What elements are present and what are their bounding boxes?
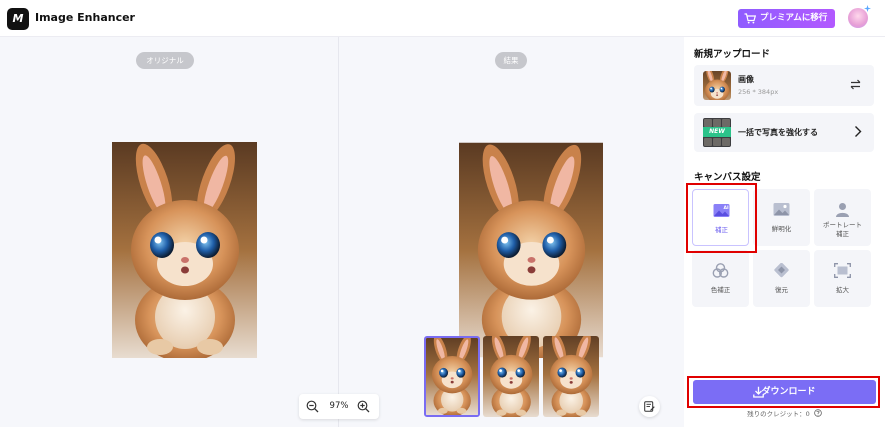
thumbnail-3[interactable] <box>543 336 599 417</box>
uploaded-file-card[interactable]: 画像 256 * 384px <box>694 65 874 106</box>
result-image <box>459 142 603 358</box>
tool-color[interactable]: 色補正 <box>692 250 749 307</box>
batch-enhance-label: 一括で写真を強化する <box>738 128 818 137</box>
canvas-settings-title: キャンバス設定 <box>694 172 761 183</box>
restore-icon <box>774 263 789 278</box>
zoom-in-icon[interactable] <box>357 400 370 413</box>
highlight-download-button <box>687 376 880 408</box>
batch-enhance-card[interactable]: NEW 一括で写真を強化する <box>694 113 874 152</box>
expand-icon <box>834 263 851 278</box>
portrait-icon <box>836 203 849 217</box>
credits-label: 残りのクレジット：0 <box>747 410 810 418</box>
tool-portrait[interactable]: ポートレート 補正 <box>814 189 871 246</box>
zoom-level: 97% <box>329 401 349 411</box>
file-size: 256 * 384px <box>738 88 779 96</box>
tool-sharpen[interactable]: 鮮明化 <box>753 189 810 246</box>
zoom-control: 97% <box>299 394 379 419</box>
tool-restore[interactable]: 復元 <box>753 250 810 307</box>
premium-upgrade-button[interactable]: プレミアムに移行 <box>738 9 835 28</box>
help-icon[interactable] <box>814 409 822 417</box>
note-edit-icon <box>644 401 655 412</box>
remaining-credits: 残りのクレジット：0 <box>693 408 876 418</box>
cart-icon <box>744 13 756 24</box>
sparkle-icon <box>864 5 871 12</box>
zoom-out-icon[interactable] <box>306 400 319 413</box>
original-image <box>112 142 257 358</box>
thumbnail-2[interactable] <box>483 336 539 417</box>
top-bar: M Image Enhancer プレミアムに移行 <box>0 0 885 37</box>
swap-icon[interactable] <box>849 78 862 91</box>
thumbnail-1[interactable] <box>424 336 480 417</box>
uploaded-thumbnail <box>703 71 731 100</box>
app-title: Image Enhancer <box>35 11 135 24</box>
premium-label: プレミアムに移行 <box>760 13 828 23</box>
color-circles-icon <box>712 263 729 278</box>
tool-expand-label: 拡大 <box>836 286 849 294</box>
new-upload-title: 新規アップロード <box>694 49 771 60</box>
image-icon <box>773 203 790 216</box>
highlight-enhance-tool <box>686 183 757 253</box>
tool-sharpen-label: 鮮明化 <box>771 225 792 233</box>
feedback-button[interactable] <box>639 396 660 417</box>
app-logo[interactable]: M <box>7 8 29 30</box>
original-label: オリジナル <box>136 52 194 69</box>
tool-expand[interactable]: 拡大 <box>814 250 871 307</box>
tool-color-label: 色補正 <box>710 286 731 294</box>
chevron-right-icon <box>855 126 862 137</box>
pane-divider <box>338 37 339 427</box>
tool-portrait-label: ポートレート 補正 <box>823 221 862 238</box>
file-name: 画像 <box>738 75 754 84</box>
tool-restore-label: 復元 <box>775 286 788 294</box>
new-badge: NEW <box>703 127 731 137</box>
result-label: 結果 <box>495 52 527 69</box>
